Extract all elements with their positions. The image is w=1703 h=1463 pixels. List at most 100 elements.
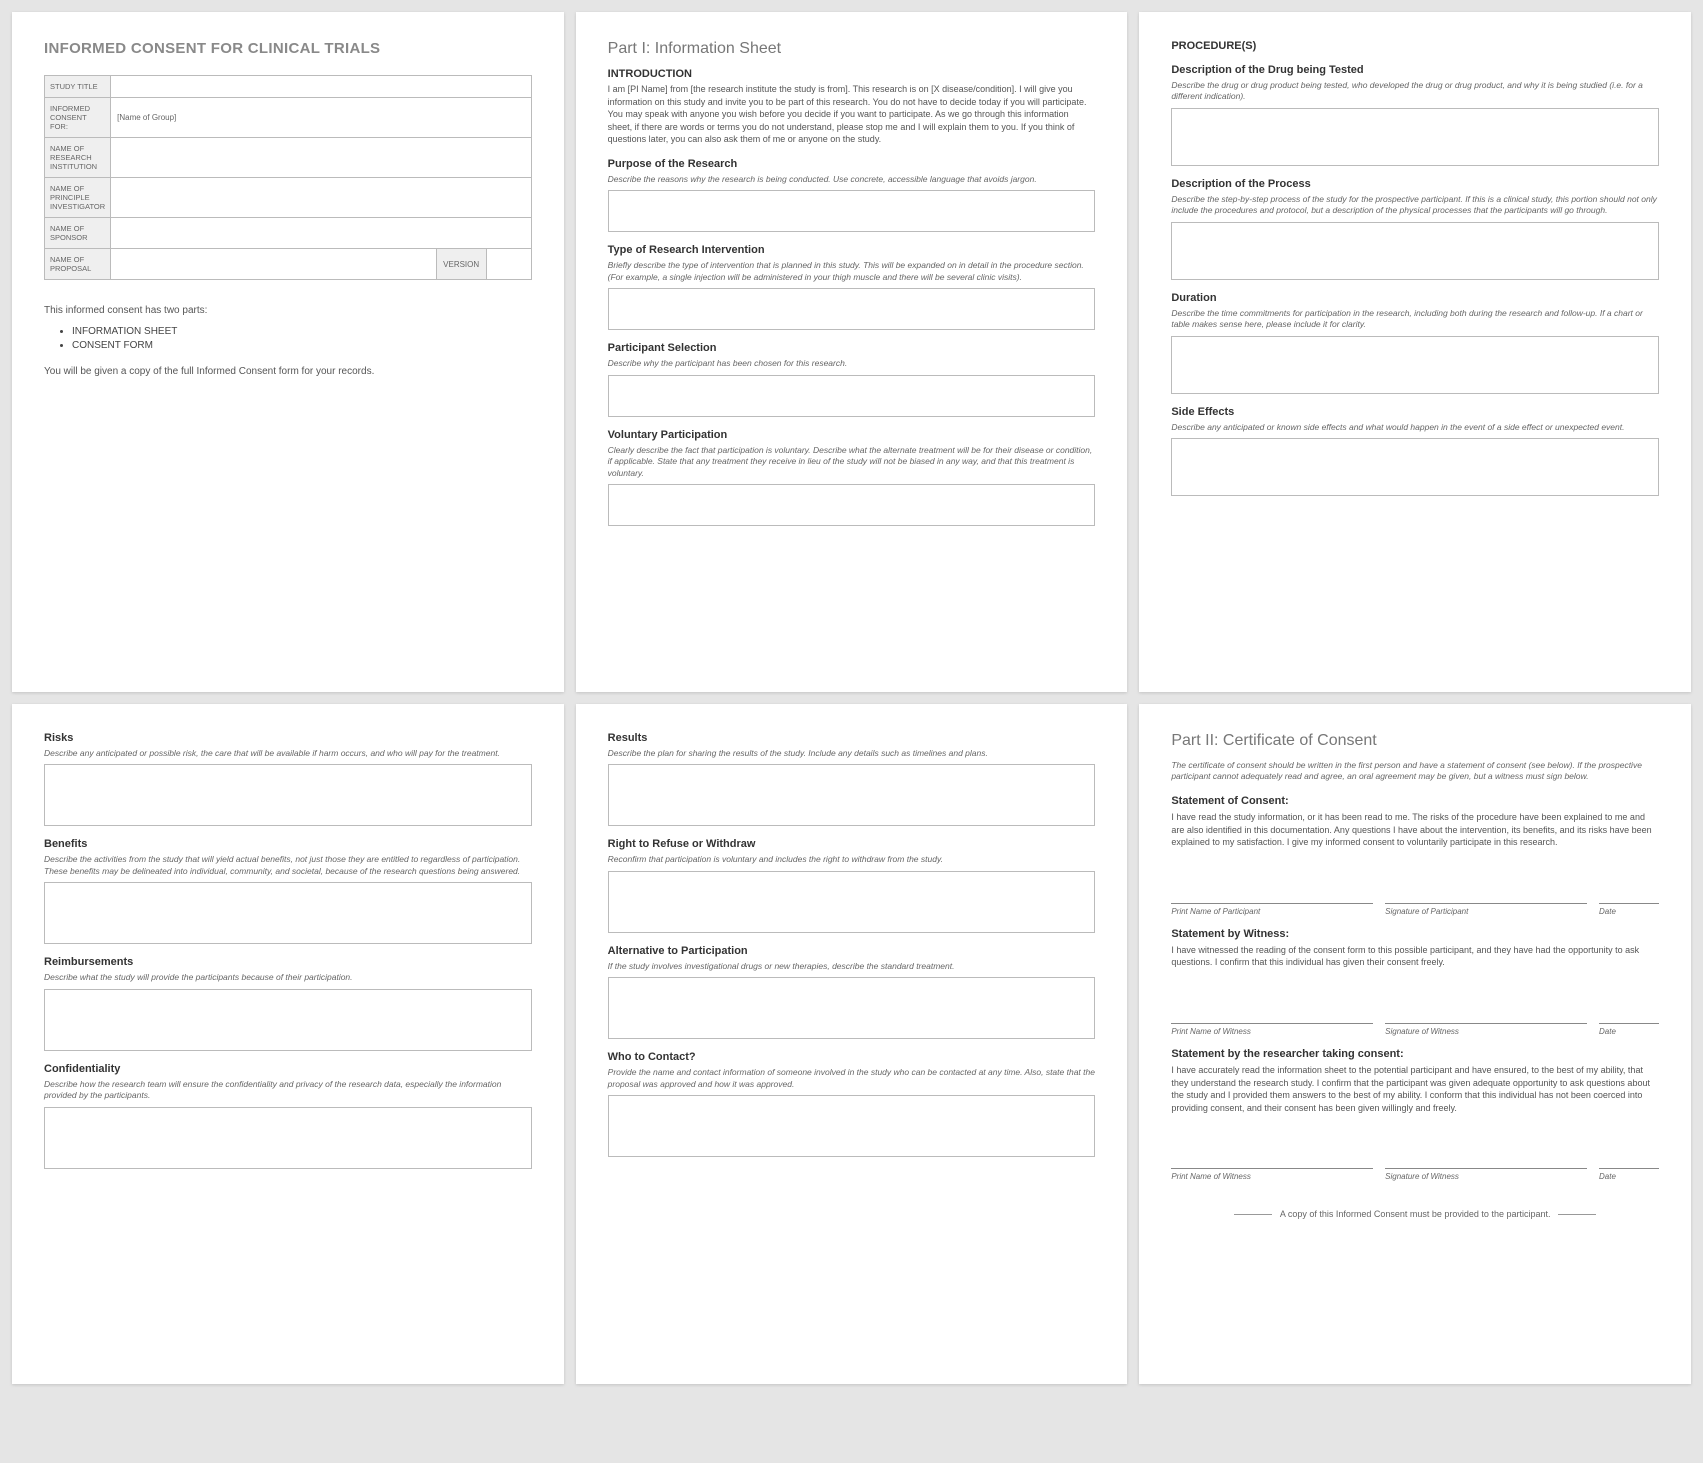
part-2-title: Part II: Certificate of Consent xyxy=(1171,732,1659,750)
sig-researcher: Print Name of Witness Signature of Witne… xyxy=(1171,1168,1659,1181)
info-table: STUDY TITLE INFORMED CONSENT FOR:[Name o… xyxy=(44,75,532,280)
hint-results: Describe the plan for sharing the result… xyxy=(608,748,1096,759)
hint-side-effects: Describe any anticipated or known side e… xyxy=(1171,422,1659,433)
row-study-title: STUDY TITLE xyxy=(45,76,111,98)
row-research-inst: NAME OF RESEARCH INSTITUTION xyxy=(45,138,111,178)
statement-witness-text: I have witnessed the reading of the cons… xyxy=(1171,944,1659,969)
box-selection[interactable] xyxy=(608,375,1096,417)
sec-benefits: Benefits xyxy=(44,838,532,850)
hint-contact: Provide the name and contact information… xyxy=(608,1067,1096,1090)
box-alternative[interactable] xyxy=(608,977,1096,1039)
row-version: VERSION xyxy=(436,249,486,280)
box-drug[interactable] xyxy=(1171,108,1659,166)
copy-note: You will be given a copy of the full Inf… xyxy=(44,365,532,379)
hint-drug: Describe the drug or drug product being … xyxy=(1171,80,1659,103)
sec-alternative: Alternative to Participation xyxy=(608,945,1096,957)
sig-witness-date[interactable]: Date xyxy=(1599,1023,1659,1036)
cell-sponsor[interactable] xyxy=(111,218,532,249)
sec-intervention: Type of Research Intervention xyxy=(608,244,1096,256)
bullet-consent-form: CONSENT FORM xyxy=(72,340,532,351)
cell-study-title[interactable] xyxy=(111,76,532,98)
cell-consent-for[interactable]: [Name of Group] xyxy=(111,98,532,138)
hint-selection: Describe why the participant has been ch… xyxy=(608,358,1096,369)
row-proposal: NAME OF PROPOSAL xyxy=(45,249,111,280)
sec-confidentiality: Confidentiality xyxy=(44,1063,532,1075)
hint-reimbursements: Describe what the study will provide the… xyxy=(44,972,532,983)
part-1-title: Part I: Information Sheet xyxy=(608,40,1096,58)
sec-drug: Description of the Drug being Tested xyxy=(1171,64,1659,76)
hint-intervention: Briefly describe the type of interventio… xyxy=(608,260,1096,283)
hint-purpose: Describe the reasons why the research is… xyxy=(608,174,1096,185)
sec-process: Description of the Process xyxy=(1171,178,1659,190)
bullet-info-sheet: INFORMATION SHEET xyxy=(72,326,532,337)
sig-witness-sign[interactable]: Signature of Witness xyxy=(1385,1023,1587,1036)
page-3: PROCEDURE(S) Description of the Drug bei… xyxy=(1139,12,1691,692)
box-contact[interactable] xyxy=(608,1095,1096,1157)
sig-participant: Print Name of Participant Signature of P… xyxy=(1171,903,1659,916)
sec-statement-consent: Statement of Consent: xyxy=(1171,795,1659,807)
sec-selection: Participant Selection xyxy=(608,342,1096,354)
hint-benefits: Describe the activities from the study t… xyxy=(44,854,532,877)
sec-results: Results xyxy=(608,732,1096,744)
sec-duration: Duration xyxy=(1171,292,1659,304)
page-4: Risks Describe any anticipated or possib… xyxy=(12,704,564,1384)
hint-withdraw: Reconfirm that participation is voluntar… xyxy=(608,854,1096,865)
sig-participant-date[interactable]: Date xyxy=(1599,903,1659,916)
row-consent-for: INFORMED CONSENT FOR: xyxy=(45,98,111,138)
sig-witness-name[interactable]: Print Name of Witness xyxy=(1171,1023,1373,1036)
sec-withdraw: Right to Refuse or Withdraw xyxy=(608,838,1096,850)
page-5: Results Describe the plan for sharing th… xyxy=(576,704,1128,1384)
sig-participant-sign[interactable]: Signature of Participant xyxy=(1385,903,1587,916)
sig-researcher-name[interactable]: Print Name of Witness xyxy=(1171,1168,1373,1181)
sig-researcher-date[interactable]: Date xyxy=(1599,1168,1659,1181)
row-sponsor: NAME OF SPONSOR xyxy=(45,218,111,249)
page-1: INFORMED CONSENT FOR CLINICAL TRIALS STU… xyxy=(12,12,564,692)
box-risks[interactable] xyxy=(44,764,532,826)
sec-statement-researcher: Statement by the researcher taking conse… xyxy=(1171,1048,1659,1060)
statement-researcher-text: I have accurately read the information s… xyxy=(1171,1064,1659,1114)
row-principle: NAME OF PRINCIPLE INVESTIGATOR xyxy=(45,178,111,218)
box-side-effects[interactable] xyxy=(1171,438,1659,496)
intro-paragraph: I am [PI Name] from [the research instit… xyxy=(608,83,1096,146)
sec-risks: Risks xyxy=(44,732,532,744)
box-process[interactable] xyxy=(1171,222,1659,280)
box-intervention[interactable] xyxy=(608,288,1096,330)
hint-voluntary: Clearly describe the fact that participa… xyxy=(608,445,1096,479)
box-results[interactable] xyxy=(608,764,1096,826)
hint-alternative: If the study involves investigational dr… xyxy=(608,961,1096,972)
sec-introduction: INTRODUCTION xyxy=(608,68,1096,80)
statement-consent-text: I have read the study information, or it… xyxy=(1171,811,1659,849)
hint-risks: Describe any anticipated or possible ris… xyxy=(44,748,532,759)
cell-research-inst[interactable] xyxy=(111,138,532,178)
box-duration[interactable] xyxy=(1171,336,1659,394)
sig-participant-name[interactable]: Print Name of Participant xyxy=(1171,903,1373,916)
footer-note: A copy of this Informed Consent must be … xyxy=(1171,1209,1659,1219)
box-withdraw[interactable] xyxy=(608,871,1096,933)
cell-principle[interactable] xyxy=(111,178,532,218)
cell-version[interactable] xyxy=(486,249,531,280)
sec-purpose: Purpose of the Research xyxy=(608,158,1096,170)
sec-side-effects: Side Effects xyxy=(1171,406,1659,418)
sig-witness: Print Name of Witness Signature of Witne… xyxy=(1171,1023,1659,1036)
hint-confidentiality: Describe how the research team will ensu… xyxy=(44,1079,532,1102)
sec-voluntary: Voluntary Participation xyxy=(608,429,1096,441)
sec-statement-witness: Statement by Witness: xyxy=(1171,928,1659,940)
hint-duration: Describe the time commitments for partic… xyxy=(1171,308,1659,331)
intro-text: This informed consent has two parts: xyxy=(44,304,532,318)
cell-proposal[interactable] xyxy=(111,249,437,280)
sec-procedures: PROCEDURE(S) xyxy=(1171,40,1659,52)
sig-researcher-sign[interactable]: Signature of Witness xyxy=(1385,1168,1587,1181)
page-6: Part II: Certificate of Consent The cert… xyxy=(1139,704,1691,1384)
sec-contact: Who to Contact? xyxy=(608,1051,1096,1063)
page-2: Part I: Information Sheet INTRODUCTION I… xyxy=(576,12,1128,692)
parts-list: INFORMATION SHEET CONSENT FORM xyxy=(72,326,532,351)
box-reimbursements[interactable] xyxy=(44,989,532,1051)
cert-intro: The certificate of consent should be wri… xyxy=(1171,760,1659,783)
box-benefits[interactable] xyxy=(44,882,532,944)
box-voluntary[interactable] xyxy=(608,484,1096,526)
box-purpose[interactable] xyxy=(608,190,1096,232)
hint-process: Describe the step-by-step process of the… xyxy=(1171,194,1659,217)
box-confidentiality[interactable] xyxy=(44,1107,532,1169)
sec-reimbursements: Reimbursements xyxy=(44,956,532,968)
doc-title: INFORMED CONSENT FOR CLINICAL TRIALS xyxy=(44,40,532,57)
